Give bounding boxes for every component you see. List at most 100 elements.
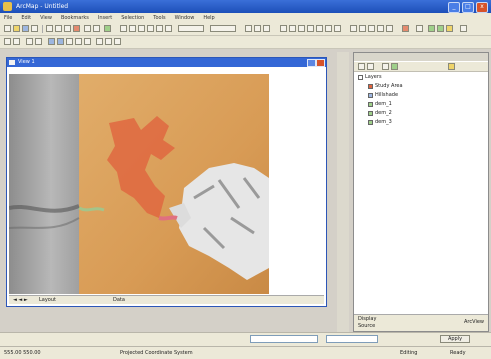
delete-icon[interactable] [73, 25, 80, 32]
model-icon[interactable] [446, 25, 453, 32]
stop-icon[interactable] [402, 25, 409, 32]
next-extent-icon[interactable] [84, 38, 91, 45]
rectify-icon[interactable] [307, 25, 314, 32]
menu-selection[interactable]: Selection [121, 13, 144, 23]
toc-item-dem-3[interactable]: dem_3 [368, 118, 392, 126]
full-extent-icon[interactable] [66, 38, 73, 45]
menu-file[interactable]: File [4, 13, 12, 23]
maximize-button[interactable]: □ [462, 2, 474, 13]
map-window-titlebar: View 1 [7, 58, 326, 67]
info-icon[interactable] [114, 38, 121, 45]
open-icon[interactable] [13, 25, 20, 32]
list-by-selection-icon[interactable] [391, 63, 398, 70]
tab-display[interactable]: Display [358, 316, 376, 322]
help-icon[interactable] [460, 25, 467, 32]
save-icon[interactable] [22, 25, 29, 32]
raster-layer-icon [368, 92, 373, 98]
select-elements-icon[interactable] [105, 38, 112, 45]
print-icon[interactable] [31, 25, 38, 32]
rotate-icon[interactable] [165, 25, 172, 32]
cut-icon[interactable] [46, 25, 53, 32]
toc-item-hillshade[interactable]: Hillshade [368, 91, 398, 99]
standard-toolbar [0, 23, 491, 36]
sketch-icon[interactable] [129, 25, 136, 32]
menu-help[interactable]: Help [203, 13, 214, 23]
previous-extent-icon[interactable] [75, 38, 82, 45]
map-window-close-button[interactable] [316, 59, 325, 67]
menu-bar: File Edit View Bookmarks Insert Selectio… [0, 13, 491, 23]
fixed-zoom-in-icon[interactable] [48, 38, 55, 45]
bottom-field-1[interactable] [250, 335, 318, 343]
panel-splitter[interactable] [337, 52, 349, 332]
window-title: ArcMap - Untitled [16, 3, 69, 10]
menu-insert[interactable]: Insert [98, 13, 112, 23]
undo-icon[interactable] [84, 25, 91, 32]
toc-item-study-area[interactable]: Study Area [368, 82, 403, 90]
attributes-icon[interactable] [245, 25, 252, 32]
pan-icon[interactable] [4, 38, 11, 45]
identify-icon[interactable] [350, 25, 357, 32]
menu-edit[interactable]: Edit [21, 13, 31, 23]
editor-icon[interactable] [120, 25, 127, 32]
find-icon[interactable] [359, 25, 366, 32]
tab-data[interactable]: Data [113, 297, 125, 303]
close-button[interactable]: x [476, 2, 488, 13]
link-icon[interactable] [298, 25, 305, 32]
table-icon[interactable] [325, 25, 332, 32]
menu-tools[interactable]: Tools [153, 13, 165, 23]
layer-icon[interactable] [289, 25, 296, 32]
toc-item-layers[interactable]: Layers [358, 73, 382, 81]
topology-icon[interactable] [263, 25, 270, 32]
bottom-field-2[interactable] [326, 335, 378, 343]
table-of-contents: Layers Study Area Hillshade dem_1 dem_2 … [353, 52, 489, 332]
toc-toolbar [354, 62, 488, 72]
redo-icon[interactable] [93, 25, 100, 32]
select-features-icon[interactable] [96, 38, 103, 45]
map-window-maximize-button[interactable] [307, 59, 316, 67]
map-window-icon [9, 60, 15, 65]
toc-item-label: dem_2 [375, 110, 392, 116]
tab-source[interactable]: Source [358, 323, 375, 329]
layout-view-button[interactable]: ◄ ◄ ► [13, 297, 28, 303]
list-by-visibility-icon[interactable] [382, 63, 389, 70]
new-icon[interactable] [4, 25, 11, 32]
edit-vertex-icon[interactable] [138, 25, 145, 32]
terrain-map [9, 68, 324, 296]
map-canvas[interactable] [9, 68, 324, 296]
zoom-out-icon[interactable] [35, 38, 42, 45]
status-ready: Ready [450, 350, 466, 356]
copy-icon[interactable] [55, 25, 62, 32]
split-icon[interactable] [156, 25, 163, 32]
status-coordinates: 555.00 550.00 [4, 350, 41, 356]
list-by-drawing-order-icon[interactable] [358, 63, 365, 70]
options-icon[interactable] [448, 63, 455, 70]
georef-icon[interactable] [280, 25, 287, 32]
menu-window[interactable]: Window [175, 13, 195, 23]
control-points-icon[interactable] [334, 25, 341, 32]
map-window: View 1 ◄ ◄ ► Layout Data [6, 57, 327, 307]
menu-view[interactable]: View [40, 13, 52, 23]
reshape-icon[interactable] [147, 25, 154, 32]
minimize-button[interactable]: _ [448, 2, 460, 13]
zoom-in-icon[interactable] [26, 38, 33, 45]
apply-button[interactable]: Apply [440, 335, 470, 343]
tab-layout[interactable]: Layout [39, 297, 56, 303]
hyperlink-icon[interactable] [377, 25, 384, 32]
back-icon[interactable] [13, 38, 20, 45]
time-icon[interactable] [386, 25, 393, 32]
target-dropdown[interactable] [210, 25, 236, 32]
catalog-icon[interactable] [437, 25, 444, 32]
fit-icon[interactable] [316, 25, 323, 32]
list-by-source-icon[interactable] [367, 63, 374, 70]
arrow-icon[interactable] [416, 25, 423, 32]
sketch-properties-icon[interactable] [254, 25, 261, 32]
add-data-icon[interactable] [104, 25, 111, 32]
task-dropdown[interactable] [178, 25, 204, 32]
measure-icon[interactable] [368, 25, 375, 32]
toc-item-dem-2[interactable]: dem_2 [368, 109, 392, 117]
arctoolbox-icon[interactable] [428, 25, 435, 32]
paste-icon[interactable] [64, 25, 71, 32]
menu-bookmarks[interactable]: Bookmarks [61, 13, 89, 23]
fixed-zoom-out-icon[interactable] [57, 38, 64, 45]
toc-item-dem-1[interactable]: dem_1 [368, 100, 392, 108]
